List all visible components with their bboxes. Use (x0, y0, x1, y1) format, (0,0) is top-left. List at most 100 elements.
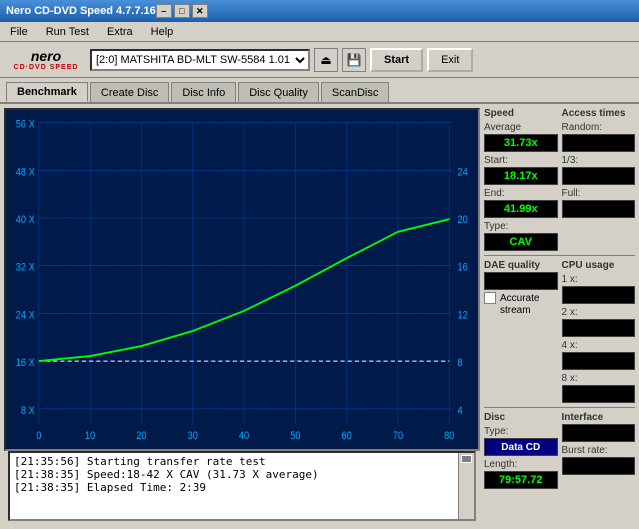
minimize-button[interactable]: – (156, 4, 172, 18)
start-label: Start: (484, 155, 558, 166)
full-label: Full: (562, 188, 636, 199)
accurate-label: Accurate (500, 293, 539, 304)
accurate-stream-checkbox[interactable] (484, 292, 496, 304)
titlebar-title: Nero CD-DVD Speed 4.7.7.16 (6, 5, 156, 17)
stream-label: stream (500, 305, 558, 316)
x4-value (562, 352, 636, 370)
right-panel: Speed Average 31.73x Start: 18.17x End: … (484, 104, 639, 529)
drive-selector[interactable]: [2:0] MATSHITA BD-MLT SW-5584 1.01 (90, 49, 310, 71)
end-value: 41.99x (484, 200, 558, 218)
tab-scandisc[interactable]: ScanDisc (321, 82, 389, 102)
svg-text:0: 0 (36, 430, 41, 442)
dae-section: DAE quality Accurate stream (484, 260, 558, 403)
onethird-value (562, 167, 636, 185)
svg-text:24 X: 24 X (16, 310, 35, 322)
chart-container: 56 X 48 X 40 X 32 X 24 X 16 X 8 X 24 20 … (4, 108, 480, 451)
full-value (562, 200, 636, 218)
svg-text:80: 80 (444, 430, 454, 442)
log-content: [21:35:56] Starting transfer rate test [… (10, 453, 458, 519)
speed-title: Speed (484, 108, 558, 119)
dae-title: DAE quality (484, 260, 558, 271)
svg-text:24: 24 (457, 167, 467, 179)
x8-label: 8 x: (562, 373, 636, 384)
cpu-title: CPU usage (562, 260, 636, 271)
speed-section: Speed Average 31.73x Start: 18.17x End: … (484, 108, 558, 251)
svg-text:20: 20 (457, 214, 467, 226)
exit-button[interactable]: Exit (427, 48, 473, 72)
log-scrollbar[interactable] (458, 453, 474, 519)
svg-text:4: 4 (457, 405, 462, 417)
menu-run-test[interactable]: Run Test (40, 25, 95, 39)
menu-extra[interactable]: Extra (101, 25, 139, 39)
log-line-1: [21:35:56] Starting transfer rate test (14, 455, 454, 468)
x1-value (562, 286, 636, 304)
tab-benchmark[interactable]: Benchmark (6, 82, 88, 102)
titlebar: Nero CD-DVD Speed 4.7.7.16 – □ ✕ (0, 0, 639, 22)
menu-file[interactable]: File (4, 25, 34, 39)
log-line-3: [21:38:35] Elapsed Time: 2:39 (14, 481, 454, 494)
access-section: Access times Random: 1/3: Full: (562, 108, 636, 251)
svg-text:50: 50 (290, 430, 300, 442)
random-value (562, 134, 636, 152)
interface-section: Interface Burst rate: (562, 412, 636, 489)
tab-create-disc[interactable]: Create Disc (90, 82, 169, 102)
end-label: End: (484, 188, 558, 199)
log-area: [21:35:56] Starting transfer rate test [… (8, 451, 476, 521)
svg-text:40 X: 40 X (16, 214, 35, 226)
onethird-label: 1/3: (562, 155, 636, 166)
x2-label: 2 x: (562, 307, 636, 318)
svg-text:8 X: 8 X (21, 405, 35, 417)
disc-interface-row: Disc Type: Data CD Length: 79:57.72 Inte… (484, 412, 635, 489)
titlebar-controls: – □ ✕ (156, 4, 208, 18)
x4-label: 4 x: (562, 340, 636, 351)
cpu-section: CPU usage 1 x: 2 x: 4 x: 8 x: (562, 260, 636, 403)
x8-value (562, 385, 636, 403)
log-line-2: [21:38:35] Speed:18-42 X CAV (31.73 X av… (14, 468, 454, 481)
dae-cpu-row: DAE quality Accurate stream CPU usage 1 … (484, 260, 635, 403)
svg-text:8: 8 (457, 357, 462, 369)
tabs: Benchmark Create Disc Disc Info Disc Qua… (0, 78, 639, 104)
svg-text:10: 10 (85, 430, 95, 442)
divider-1 (484, 255, 635, 256)
interface-value (562, 424, 636, 442)
type-label: Type: (484, 221, 558, 232)
svg-text:60: 60 (342, 430, 352, 442)
type-value: CAV (484, 233, 558, 251)
menubar: File Run Test Extra Help (0, 22, 639, 42)
menu-help[interactable]: Help (145, 25, 180, 39)
divider-2 (484, 407, 635, 408)
burst-label: Burst rate: (562, 445, 636, 456)
eject-icon[interactable]: ⏏ (314, 48, 338, 72)
nero-logo: nero CD·DVD SPEED (6, 45, 86, 75)
svg-text:16: 16 (457, 262, 467, 274)
chart-area: 56 X 48 X 40 X 32 X 24 X 16 X 8 X 24 20 … (0, 104, 484, 529)
close-button[interactable]: ✕ (192, 4, 208, 18)
tab-disc-info[interactable]: Disc Info (171, 82, 236, 102)
random-label: Random: (562, 122, 636, 133)
start-button[interactable]: Start (370, 48, 423, 72)
avg-label: Average (484, 122, 558, 133)
svg-text:16 X: 16 X (16, 357, 35, 369)
start-value: 18.17x (484, 167, 558, 185)
dae-value (484, 272, 558, 290)
disc-type-value: Data CD (484, 438, 558, 456)
svg-text:32 X: 32 X (16, 262, 35, 274)
avg-value: 31.73x (484, 134, 558, 152)
maximize-button[interactable]: □ (174, 4, 190, 18)
x2-value (562, 319, 636, 337)
accurate-stream-row: Accurate (484, 292, 558, 304)
save-icon[interactable]: 💾 (342, 48, 366, 72)
svg-text:12: 12 (457, 310, 467, 322)
disc-type-label: Type: (484, 426, 558, 437)
disc-title: Disc (484, 412, 558, 423)
disc-section: Disc Type: Data CD Length: 79:57.72 (484, 412, 558, 489)
main-content: 56 X 48 X 40 X 32 X 24 X 16 X 8 X 24 20 … (0, 104, 639, 529)
speed-access-row: Speed Average 31.73x Start: 18.17x End: … (484, 108, 635, 251)
tab-disc-quality[interactable]: Disc Quality (238, 82, 319, 102)
x1-label: 1 x: (562, 274, 636, 285)
burst-value (562, 457, 636, 475)
nero-logo-text: nero (31, 48, 61, 64)
svg-text:30: 30 (188, 430, 198, 442)
toolbar: nero CD·DVD SPEED [2:0] MATSHITA BD-MLT … (0, 42, 639, 78)
svg-text:70: 70 (393, 430, 403, 442)
